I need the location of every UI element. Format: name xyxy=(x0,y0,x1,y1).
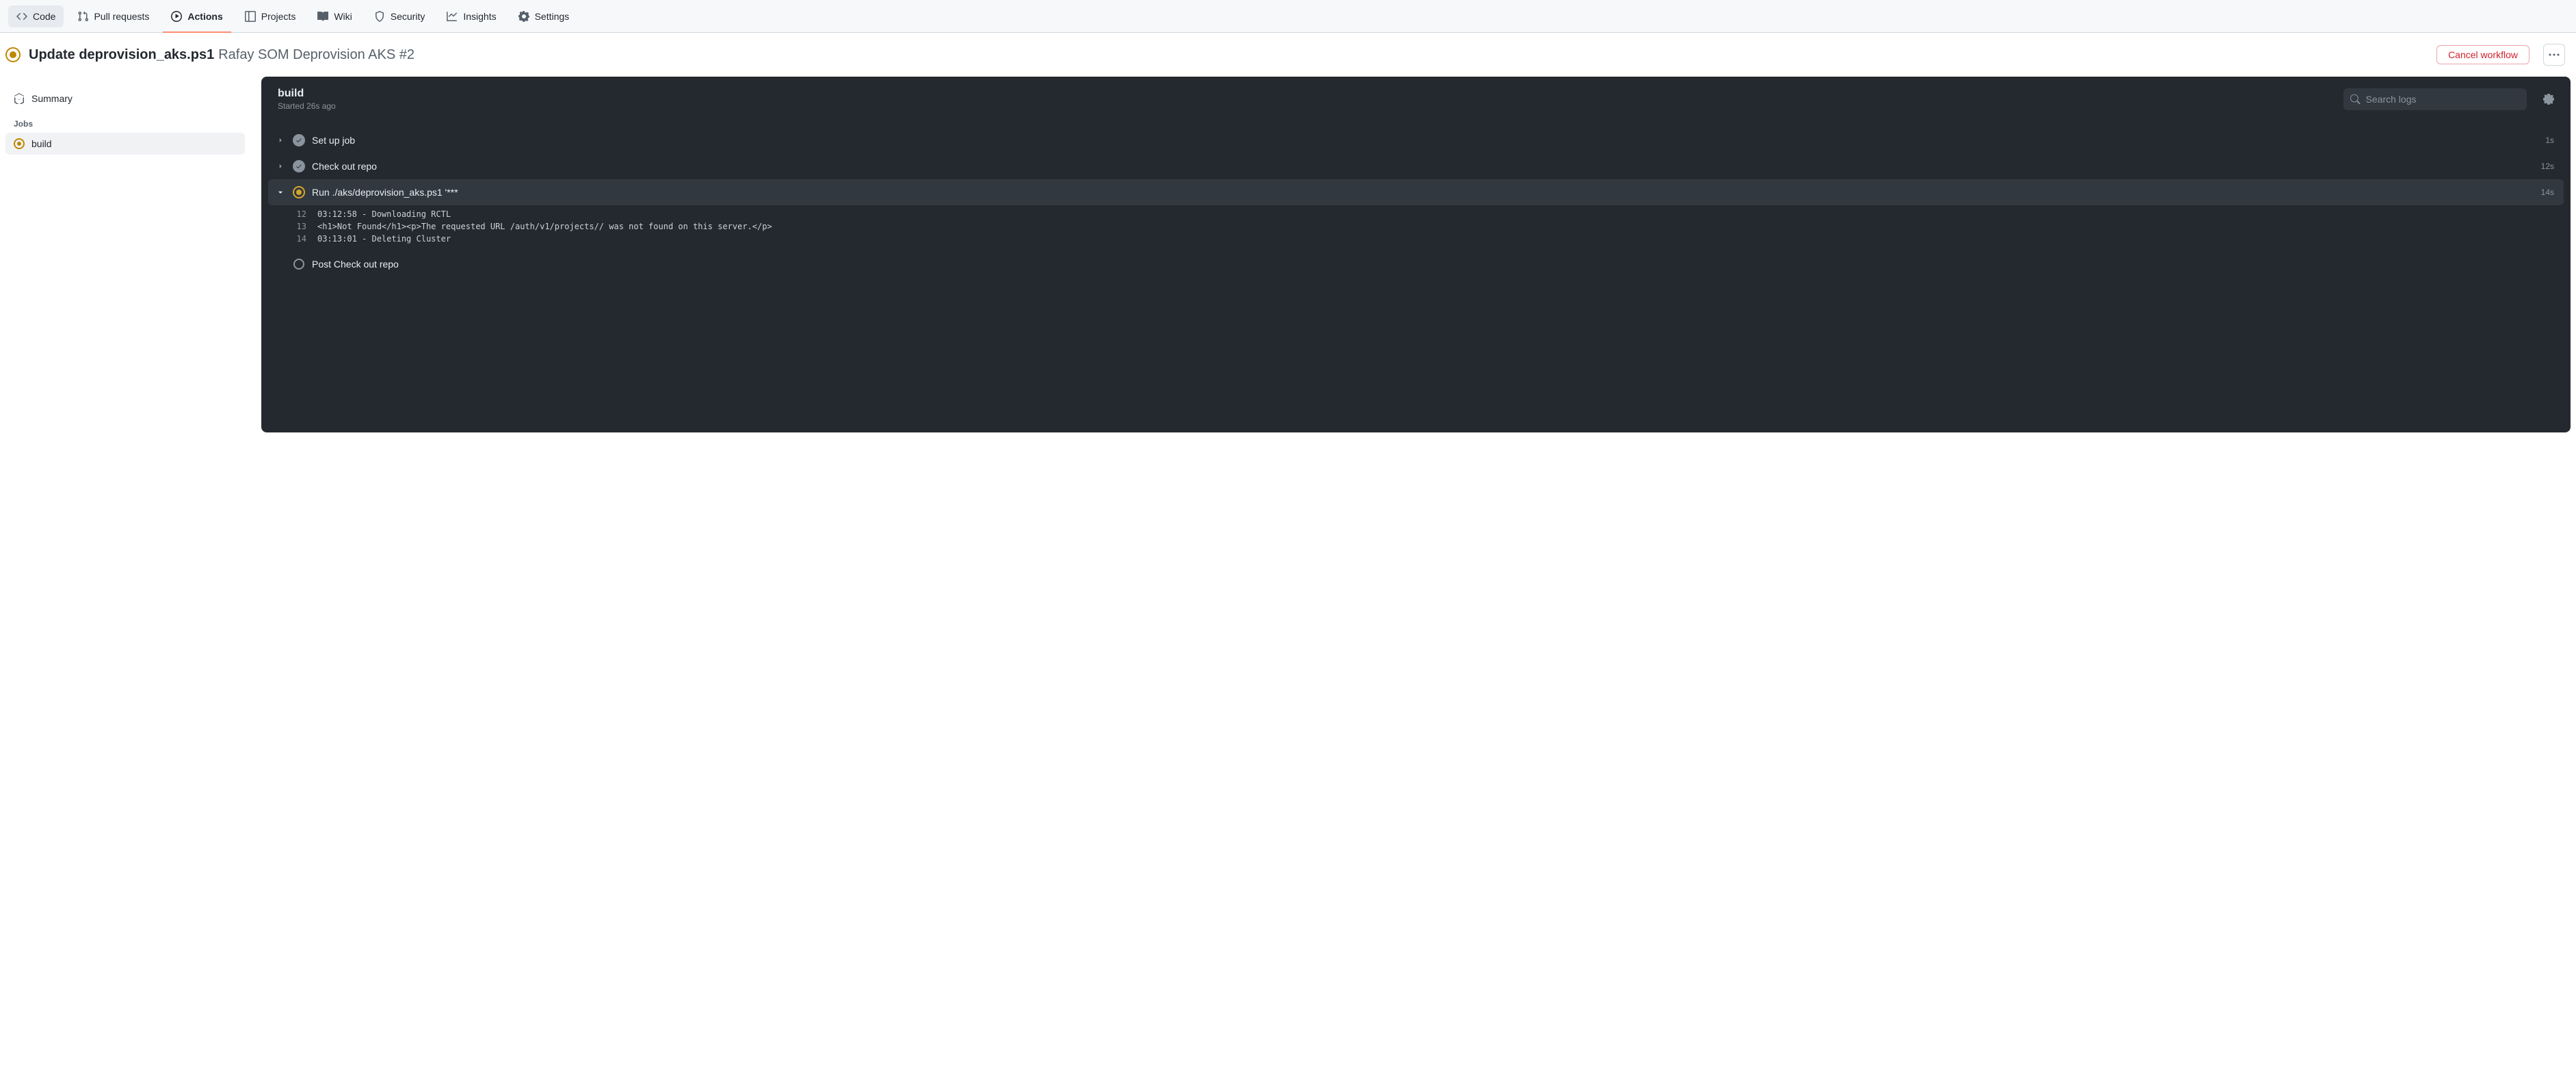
repo-nav: Code Pull requests Actions Projects Wiki… xyxy=(0,0,2576,33)
step-label: Check out repo xyxy=(312,161,2534,172)
check-circle-icon xyxy=(293,134,305,146)
tab-wiki-label: Wiki xyxy=(334,11,352,22)
sidebar-jobs-header: Jobs xyxy=(5,109,245,133)
table-icon xyxy=(245,11,256,22)
sidebar: Summary Jobs build xyxy=(5,77,245,432)
step-label: Run ./aks/deprovision_aks.ps1 '*** xyxy=(312,187,2534,198)
tab-pulls[interactable]: Pull requests xyxy=(69,5,157,27)
step-setup-job[interactable]: Set up job 1s xyxy=(268,127,2564,153)
chevron-right-icon xyxy=(275,163,286,170)
step-label: Set up job xyxy=(312,135,2538,146)
search-logs-input[interactable] xyxy=(2366,94,2520,105)
log-lines: 12 03:12:58 - Downloading RCTL 13 <h1>No… xyxy=(268,205,2564,252)
step-time: 14s xyxy=(2541,187,2554,197)
workflow-title: Update deprovision_aks.ps1 Rafay SOM Dep… xyxy=(29,47,2428,63)
log-line: 13 <h1>Not Found</h1><p>The requested UR… xyxy=(268,220,2564,233)
tab-actions[interactable]: Actions xyxy=(163,5,231,27)
tab-pulls-label: Pull requests xyxy=(94,11,149,22)
log-line: 12 03:12:58 - Downloading RCTL xyxy=(268,208,2564,220)
step-checkout-repo[interactable]: Check out repo 12s xyxy=(268,153,2564,179)
tab-settings[interactable]: Settings xyxy=(510,5,578,27)
line-text: 03:12:58 - Downloading RCTL xyxy=(317,209,451,219)
step-time: 1s xyxy=(2545,135,2554,145)
log-header: build Started 26s ago xyxy=(261,77,2571,122)
line-number: 14 xyxy=(290,234,306,244)
workflow-header: Update deprovision_aks.ps1 Rafay SOM Dep… xyxy=(0,33,2576,77)
tab-security-label: Security xyxy=(391,11,425,22)
chevron-down-icon xyxy=(275,189,286,196)
steps-list: Set up job 1s Check out repo 12s xyxy=(261,122,2571,290)
gear-icon xyxy=(518,11,529,22)
tab-insights-label: Insights xyxy=(463,11,496,22)
code-icon xyxy=(16,11,27,22)
workflow-icon xyxy=(14,93,25,104)
step-label: Post Check out repo xyxy=(312,259,2547,270)
tab-wiki[interactable]: Wiki xyxy=(309,5,360,27)
search-icon xyxy=(2350,94,2361,105)
search-logs-wrap[interactable] xyxy=(2343,88,2527,110)
more-menu-button[interactable] xyxy=(2543,44,2565,66)
tab-projects[interactable]: Projects xyxy=(237,5,304,27)
workflow-title-sub: Rafay SOM Deprovision AKS #2 xyxy=(218,47,415,63)
log-settings-button[interactable] xyxy=(2538,88,2560,110)
kebab-horizontal-icon xyxy=(2549,49,2560,60)
line-text: 03:13:01 - Deleting Cluster xyxy=(317,234,451,244)
log-started: Started 26s ago xyxy=(278,101,2332,111)
status-running-icon xyxy=(293,186,305,198)
chevron-right-icon xyxy=(275,137,286,144)
status-running-icon xyxy=(5,47,21,62)
step-time: 12s xyxy=(2541,161,2554,171)
tab-actions-label: Actions xyxy=(187,11,222,22)
line-number: 12 xyxy=(290,209,306,219)
step-post-checkout[interactable]: Post Check out repo xyxy=(268,252,2564,276)
shield-icon xyxy=(374,11,385,22)
tab-projects-label: Projects xyxy=(261,11,296,22)
cancel-workflow-button[interactable]: Cancel workflow xyxy=(2436,45,2529,64)
tab-code-label: Code xyxy=(33,11,55,22)
sidebar-job-build-label: build xyxy=(31,138,52,149)
gear-icon xyxy=(2543,94,2554,105)
tab-code[interactable]: Code xyxy=(8,5,64,27)
graph-icon xyxy=(447,11,458,22)
git-pull-request-icon xyxy=(77,11,88,22)
pending-circle-icon xyxy=(293,259,305,270)
workflow-title-main: Update deprovision_aks.ps1 xyxy=(29,47,214,63)
sidebar-summary[interactable]: Summary xyxy=(5,88,245,109)
status-running-icon xyxy=(14,138,25,149)
tab-settings-label: Settings xyxy=(535,11,570,22)
log-panel: build Started 26s ago Set up job 1s xyxy=(261,77,2571,432)
run-body: Summary Jobs build build Started 26s ago xyxy=(0,77,2576,449)
line-number: 13 xyxy=(290,222,306,231)
book-icon xyxy=(317,11,328,22)
tab-security[interactable]: Security xyxy=(366,5,434,27)
line-text: <h1>Not Found</h1><p>The requested URL /… xyxy=(317,222,772,231)
log-line: 14 03:13:01 - Deleting Cluster xyxy=(268,233,2564,245)
tab-insights[interactable]: Insights xyxy=(438,5,504,27)
play-circle-icon xyxy=(171,11,182,22)
step-run-deprovision[interactable]: Run ./aks/deprovision_aks.ps1 '*** 14s xyxy=(268,179,2564,205)
log-title: build xyxy=(278,88,2332,100)
check-circle-icon xyxy=(293,160,305,172)
sidebar-job-build[interactable]: build xyxy=(5,133,245,155)
sidebar-summary-label: Summary xyxy=(31,93,73,104)
